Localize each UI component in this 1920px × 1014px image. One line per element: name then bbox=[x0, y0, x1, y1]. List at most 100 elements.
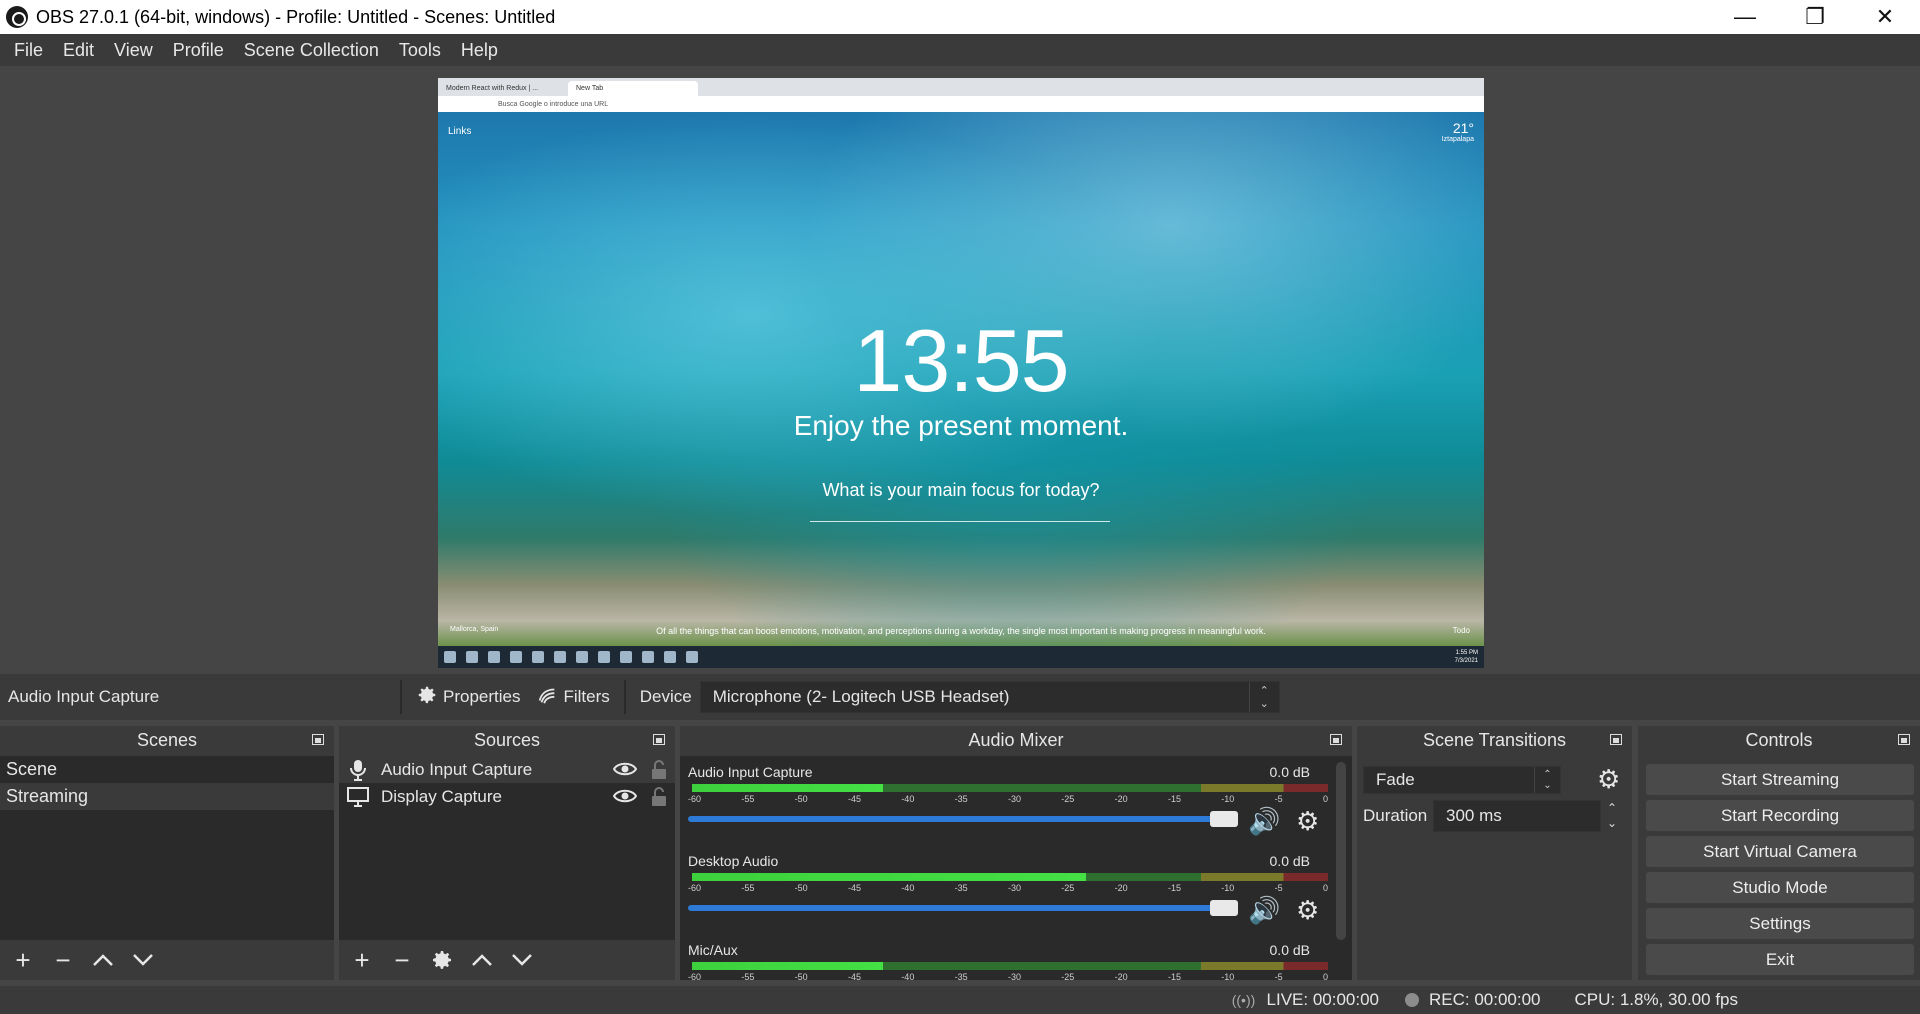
undock-icon[interactable] bbox=[312, 734, 324, 745]
scale-tick-label: -45 bbox=[847, 972, 861, 980]
studio-mode-button[interactable]: Studio Mode bbox=[1646, 872, 1914, 903]
duration-stepper[interactable]: ⌃ ⌄ bbox=[1601, 800, 1623, 832]
preview-area: Modern React with Redux | ... New Tab Bu… bbox=[0, 66, 1920, 674]
undock-icon[interactable] bbox=[1610, 734, 1622, 745]
filter-icon bbox=[536, 684, 558, 711]
move-up-button[interactable] bbox=[88, 945, 118, 975]
properties-label: Properties bbox=[443, 687, 521, 706]
sources-header: Sources bbox=[339, 726, 675, 754]
mixer-channel: Mic/Aux 0.0 dB -60 -55 -50 -45 -40 -35 -30 -25-… bbox=[686, 942, 1328, 980]
menu-tools[interactable]: Tools bbox=[389, 40, 451, 61]
settings-button[interactable]: Settings bbox=[1646, 908, 1914, 939]
obs-taskbar-icon bbox=[686, 651, 698, 663]
add-scene-button[interactable]: + bbox=[8, 945, 38, 975]
scale-tick-label: -40 bbox=[901, 883, 915, 893]
device-select[interactable]: Microphone (2- Logitech USB Headset) ⌃ ⌄ bbox=[699, 681, 1280, 713]
move-down-button[interactable] bbox=[507, 945, 537, 975]
volume-meter bbox=[692, 962, 1328, 970]
gear-icon[interactable]: ⚙ bbox=[1296, 895, 1319, 926]
source-properties-button[interactable] bbox=[427, 945, 457, 975]
start-virtual-camera-button[interactable]: Start Virtual Camera bbox=[1646, 836, 1914, 867]
duration-label: Duration bbox=[1363, 806, 1428, 825]
remove-scene-button[interactable]: − bbox=[48, 945, 78, 975]
start-streaming-button[interactable]: Start Streaming bbox=[1646, 764, 1914, 795]
audio-mixer-header: Audio Mixer bbox=[680, 726, 1352, 754]
scale-tick-label: -30 bbox=[1007, 794, 1021, 804]
duration-input[interactable]: 300 ms bbox=[1433, 800, 1601, 832]
menu-scene-collection[interactable]: Scene Collection bbox=[234, 40, 389, 61]
chevron-updown-icon: ⌃ ⌄ bbox=[1248, 682, 1279, 712]
close-button[interactable]: ✕ bbox=[1850, 0, 1920, 34]
meter-scale: -60 -55 -50 -45 -40 -35 -30 -25 -20 -15 -10 -5 0 bbox=[688, 794, 1328, 806]
slider-handle[interactable] bbox=[1210, 900, 1238, 916]
gear-icon[interactable]: ⚙ bbox=[1597, 764, 1620, 795]
visibility-eye-icon[interactable] bbox=[612, 788, 638, 809]
preview-canvas[interactable]: Modern React with Redux | ... New Tab Bu… bbox=[438, 78, 1484, 668]
sources-dock: Sources Audio Input Capture Display Capt… bbox=[339, 726, 675, 980]
cpu-status: CPU: 1.8%, 30.00 fps bbox=[1574, 990, 1738, 1009]
move-down-button[interactable] bbox=[128, 945, 158, 975]
exit-button[interactable]: Exit bbox=[1646, 944, 1914, 975]
browser-address-bar: Busca Google o introduce una URL bbox=[438, 96, 1484, 112]
menu-edit[interactable]: Edit bbox=[53, 40, 104, 61]
scale-tick-label: -50 bbox=[794, 972, 808, 980]
obs-logo-icon bbox=[6, 6, 28, 28]
scene-item[interactable]: Scene bbox=[0, 756, 334, 783]
menu-help[interactable]: Help bbox=[451, 40, 508, 61]
scale-tick-label: -10 bbox=[1221, 972, 1235, 980]
add-source-button[interactable]: + bbox=[347, 945, 377, 975]
chevron-down-icon bbox=[133, 954, 153, 966]
preview-clock: 13:55 bbox=[853, 311, 1069, 410]
channel-name: Mic/Aux bbox=[688, 942, 738, 958]
slider-handle[interactable] bbox=[1210, 811, 1238, 827]
source-item-audio-input[interactable]: Audio Input Capture bbox=[339, 756, 675, 783]
lock-icon[interactable] bbox=[651, 760, 667, 785]
context-bar: Audio Input Capture Properties Filters D… bbox=[0, 674, 1920, 720]
scale-tick-label: -45 bbox=[847, 794, 861, 804]
scale-tick-label: -20 bbox=[1114, 794, 1128, 804]
chevron-up-icon[interactable]: ⌃ bbox=[1607, 801, 1617, 816]
mixer-scrollbar[interactable] bbox=[1336, 762, 1346, 940]
scale-tick-label: 0 bbox=[1322, 794, 1328, 804]
scale-tick-label: -35 bbox=[954, 794, 968, 804]
undock-icon[interactable] bbox=[653, 734, 665, 745]
source-item-display-capture[interactable]: Display Capture bbox=[339, 783, 675, 810]
remove-source-button[interactable]: − bbox=[387, 945, 417, 975]
chevron-down-icon[interactable]: ⌄ bbox=[1607, 816, 1617, 831]
properties-button[interactable]: Properties bbox=[408, 684, 528, 711]
scale-tick-label: -15 bbox=[1167, 972, 1181, 980]
scale-tick-label: -55 bbox=[741, 883, 755, 893]
scale-tick-label: -50 bbox=[794, 794, 808, 804]
preview-focus-line bbox=[810, 521, 1110, 522]
speaker-icon[interactable]: 🔊 bbox=[1248, 895, 1280, 926]
menu-view[interactable]: View bbox=[104, 40, 163, 61]
audio-mixer-dock: Audio Mixer Audio Input Capture 0.0 dB -… bbox=[680, 726, 1352, 980]
scale-tick-label: -15 bbox=[1167, 794, 1181, 804]
undock-icon[interactable] bbox=[1898, 734, 1910, 745]
source-label: Audio Input Capture bbox=[381, 759, 533, 779]
chevron-up-icon bbox=[472, 954, 492, 966]
scale-tick-label: -55 bbox=[741, 972, 755, 980]
scale-tick-label: -50 bbox=[794, 883, 808, 893]
scene-item-selected[interactable]: Streaming bbox=[0, 783, 334, 810]
move-up-button[interactable] bbox=[467, 945, 497, 975]
controls-dock: Controls Start Streaming Start Recording… bbox=[1638, 726, 1920, 980]
menu-file[interactable]: File bbox=[4, 40, 53, 61]
volume-slider[interactable] bbox=[688, 811, 1238, 827]
menu-profile[interactable]: Profile bbox=[163, 40, 234, 61]
scale-tick-label: -60 bbox=[688, 794, 702, 804]
chevron-up-icon bbox=[93, 954, 113, 966]
speaker-icon[interactable]: 🔊 bbox=[1248, 806, 1280, 837]
filters-button[interactable]: Filters bbox=[528, 684, 617, 711]
undock-icon[interactable] bbox=[1330, 734, 1342, 745]
minimize-button[interactable]: — bbox=[1710, 0, 1780, 34]
lock-icon[interactable] bbox=[651, 787, 667, 812]
visibility-eye-icon[interactable] bbox=[612, 761, 638, 782]
gear-icon[interactable]: ⚙ bbox=[1296, 806, 1319, 837]
scale-tick-label: -60 bbox=[688, 972, 702, 980]
restore-button[interactable]: ❐ bbox=[1780, 0, 1850, 34]
transition-select[interactable]: Fade ⌃ ⌄ bbox=[1363, 766, 1561, 794]
volume-slider[interactable] bbox=[688, 900, 1238, 916]
audio-mixer-title: Audio Mixer bbox=[968, 729, 1064, 750]
start-recording-button[interactable]: Start Recording bbox=[1646, 800, 1914, 831]
